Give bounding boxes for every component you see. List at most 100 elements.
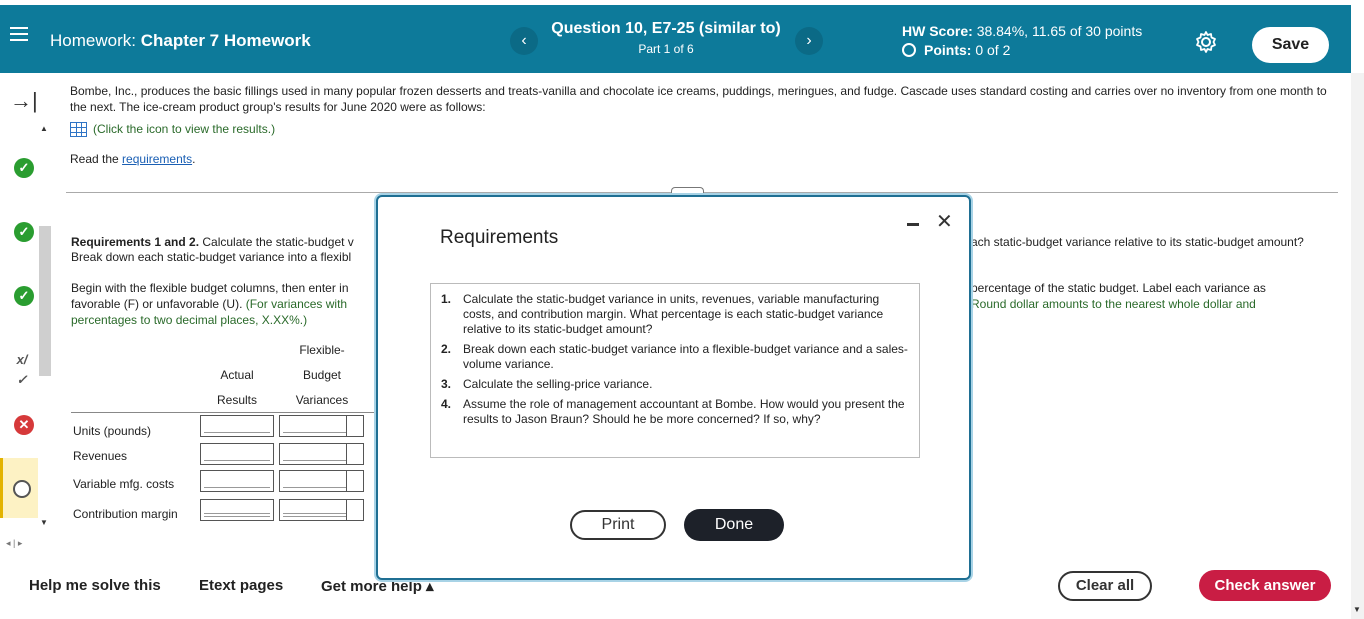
read-requirements: Read the requirements. [70, 151, 1340, 167]
next-question-button[interactable]: › [795, 27, 823, 55]
question-content: Bombe, Inc., produces the basic fillings… [70, 83, 1340, 167]
page-scroll-down-icon[interactable]: ▼ [1353, 605, 1361, 614]
requirements-list: 1. Calculate the static-budget variance … [430, 283, 920, 458]
begin-line2b: (For variances with [245, 297, 348, 311]
actual-units-input[interactable] [200, 415, 274, 437]
requirement-item: 3. Calculate the selling-price variance. [441, 377, 909, 392]
question-title: Question 10, E7-25 (similar to) [551, 20, 781, 37]
flex-variance-contribution-margin-input[interactable] [279, 499, 353, 521]
hw-score-label: HW Score: [902, 23, 973, 39]
flex-variance-revenues-input[interactable] [279, 443, 353, 465]
req12-line1: Calculate the static-budget v [199, 235, 354, 249]
check-answer-button[interactable]: Check answer [1199, 570, 1331, 601]
question-status-correct-icon[interactable]: ✓ [14, 286, 34, 306]
actual-variable-costs-input[interactable] [200, 470, 274, 492]
begin-line1: Begin with the flexible budget columns, … [71, 281, 349, 295]
top-header: Homework: Chapter 7 Homework ‹ Question … [0, 5, 1351, 73]
question-status-current-icon [13, 480, 31, 498]
homework-prefix: Homework: [50, 31, 136, 50]
begin-line3: percentages to two decimal places, X.XX%… [71, 313, 308, 327]
hamburger-icon[interactable] [10, 27, 28, 45]
done-button[interactable]: Done [684, 509, 784, 541]
row-label-contribution-margin: Contribution margin [73, 507, 178, 521]
row-label-revenues: Revenues [73, 449, 128, 463]
collapse-panel-icon[interactable]: →| [10, 88, 38, 114]
row-label-variable-costs: Variable mfg. costs [73, 477, 175, 491]
col-header-flexible: Flexible- [299, 343, 345, 357]
instructions-text: Begin with the flexible budget columns, … [71, 280, 371, 328]
dialog-title: Requirements [440, 227, 559, 248]
col-header-variances: Variances [295, 393, 349, 407]
right-text-line1: ach static-budget variance relative to i… [971, 235, 1304, 249]
homework-title[interactable]: Homework: Chapter 7 Homework [50, 31, 311, 51]
requirement-text: Calculate the selling-price variance. [463, 377, 653, 391]
rail-scroll-up-icon[interactable]: ▲ [40, 124, 48, 133]
current-question-marker[interactable] [0, 458, 38, 518]
col-header-actual: Actual [220, 368, 254, 382]
read-suffix: . [192, 152, 196, 166]
requirement-number: 2. [441, 342, 452, 356]
view-results-link[interactable]: (Click the icon to view the results.) [70, 121, 1340, 137]
right-text-line2: percentage of the static budget. Label e… [971, 281, 1266, 295]
requirement-item: 2. Break down each static-budget varianc… [441, 342, 909, 372]
etext-pages-link[interactable]: Etext pages [199, 577, 283, 594]
print-button[interactable]: Print [570, 510, 666, 540]
previous-question-button[interactable]: ‹ [510, 27, 538, 55]
requirement-text: Break down each static-budget variance i… [463, 342, 908, 371]
gear-icon[interactable] [1194, 30, 1218, 54]
question-part: Part 1 of 6 [638, 42, 694, 56]
question-intro: Bombe, Inc., produces the basic fillings… [70, 84, 1327, 114]
view-results-text[interactable]: (Click the icon to view the results.) [93, 121, 275, 137]
rail-pager-icon[interactable]: ◂ | ▸ [6, 538, 22, 549]
begin-line2a: favorable (F) or unfavorable (U). [71, 297, 246, 311]
modal-drag-handle[interactable] [671, 187, 704, 195]
table-icon[interactable] [70, 121, 87, 137]
actual-revenues-input[interactable] [200, 443, 274, 465]
requirement-text: Assume the role of management accountant… [463, 397, 905, 426]
requirements-dialog: Requirements ✕ 1. Calculate the static-b… [376, 195, 971, 580]
close-icon[interactable]: ✕ [936, 209, 953, 234]
requirements-link[interactable]: requirements [122, 152, 192, 166]
save-button[interactable]: Save [1252, 27, 1329, 63]
question-status-correct-icon[interactable]: ✓ [14, 222, 34, 242]
fu-select-revenues[interactable] [346, 443, 364, 465]
requirement-number: 3. [441, 377, 452, 391]
requirement-item: 4. Assume the role of management account… [441, 397, 909, 427]
flex-variance-variable-costs-input[interactable] [279, 470, 353, 492]
clear-all-button[interactable]: Clear all [1058, 571, 1152, 601]
req12-bold: Requirements 1 and 2. [71, 235, 200, 249]
right-text-block: percentage of the static budget. Label e… [971, 280, 1266, 312]
hw-score: HW Score: 38.84%, 11.65 of 30 points [902, 23, 1142, 39]
rail-scroll-down-icon[interactable]: ▼ [40, 518, 48, 527]
question-status-correct-icon[interactable]: ✓ [14, 158, 34, 178]
req12-line2: Break down each static-budget variance i… [71, 250, 352, 264]
question-status-wrong-icon[interactable]: ✕ [14, 415, 34, 435]
points: Points: 0 of 2 [902, 42, 1010, 58]
homework-name: Chapter 7 Homework [140, 31, 311, 50]
requirement-number: 1. [441, 292, 452, 306]
flex-variance-units-input[interactable] [279, 415, 353, 437]
question-status-partial-icon[interactable]: x/✓ [12, 350, 32, 387]
points-circle-icon [902, 43, 916, 57]
col-header-results: Results [216, 393, 257, 407]
fu-select-contribution-margin[interactable] [346, 499, 364, 521]
table-header-line [71, 412, 376, 413]
fu-select-units[interactable] [346, 415, 364, 437]
page-scrollbar[interactable] [1351, 73, 1364, 619]
requirement-item: 1. Calculate the static-budget variance … [441, 292, 909, 337]
read-prefix: Read the [70, 152, 123, 166]
requirements-1-2-text: Requirements 1 and 2. Calculate the stat… [71, 235, 371, 265]
col-header-budget: Budget [302, 368, 342, 382]
minimize-icon[interactable] [907, 223, 919, 226]
right-text-line3: Round dollar amounts to the nearest whol… [971, 297, 1256, 311]
rail-scrollbar[interactable] [39, 226, 51, 376]
hw-score-value: 38.84%, 11.65 of 30 points [976, 23, 1143, 39]
points-label: Points: [924, 42, 972, 58]
actual-contribution-margin-input[interactable] [200, 499, 274, 521]
requirement-text: Calculate the static-budget variance in … [463, 292, 884, 336]
row-label-units: Units (pounds) [73, 424, 152, 438]
points-value: 0 of 2 [975, 42, 1011, 58]
requirement-number: 4. [441, 397, 452, 411]
help-me-solve-this-link[interactable]: Help me solve this [29, 577, 161, 594]
fu-select-variable-costs[interactable] [346, 470, 364, 492]
